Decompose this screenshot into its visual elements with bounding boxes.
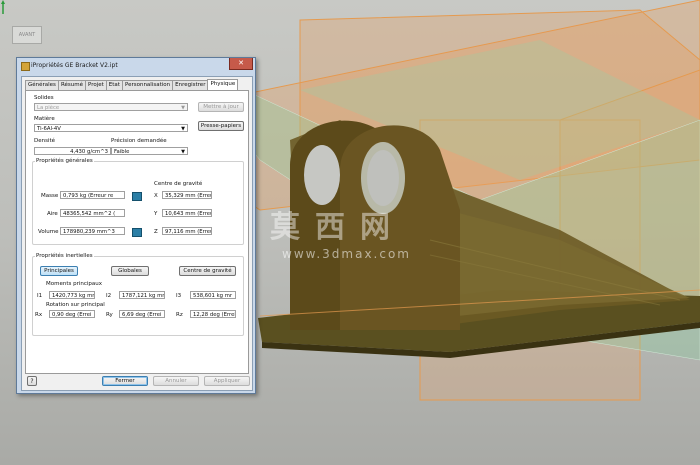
volume-value: 178980,239 mm^3 [60,227,125,235]
dialog-title: iPropriétés GE Bracket V2.ipt [31,62,118,69]
update-button[interactable]: Mettre à jour [198,102,244,112]
tab-etat[interactable]: Etat [105,80,123,90]
i2-value: 1787,121 kg mr [119,291,165,299]
app-icon [21,62,30,71]
dialog-titlebar[interactable]: iPropriétés GE Bracket V2.ipt ✕ [17,58,255,74]
material-dropdown[interactable]: Ti-6Al-4V ▼ [34,124,188,132]
general-properties-title: Propriétés générales [35,158,94,164]
solids-value: La pièce [37,105,60,111]
tab-enregistrer[interactable]: Enregistrer [172,80,209,90]
axis-triad-icon [1,0,5,14]
precision-value: Faible [114,149,130,155]
tab-generales[interactable]: Générales [25,80,59,90]
copy-to-clipboard-icon[interactable] [132,228,142,237]
density-label: Densité [34,138,56,144]
i2-label: I2 [106,293,112,299]
cog-title: Centre de gravité [154,181,203,187]
i3-value: 538,601 kg mr [190,291,236,299]
ry-value: 6,69 deg (Errei [119,310,165,318]
global-button[interactable]: Globales [111,266,149,276]
rz-value: 12,28 deg (Errei [190,310,236,318]
window-close-button[interactable]: ✕ [229,58,253,70]
solids-dropdown[interactable]: La pièce ▼ [34,103,188,111]
tab-bar: Générales Résumé Projet Etat Personnalis… [25,79,239,90]
solids-label: Solides [34,95,54,101]
ry-label: Ry [106,312,113,318]
i3-label: I3 [176,293,182,299]
watermark-url: www.3dmax.com [282,247,411,261]
dialog-client-area: Générales Résumé Projet Etat Personnalis… [21,76,253,391]
tab-personnalisation[interactable]: Personnalisation [121,80,174,90]
rotation-title: Rotation sur principal [46,302,105,308]
material-label: Matière [34,116,55,122]
viewcube-front-face[interactable]: AVANT [12,26,42,44]
help-button[interactable]: ? [27,376,37,386]
principal-button[interactable]: Principales [40,266,78,276]
mass-label: Masse [41,193,59,199]
rz-label: Rz [176,312,183,318]
cog-z-value: 97,116 mm (Erreur [162,227,212,235]
cog-x-label: X [154,193,158,199]
chevron-down-icon: ▼ [181,149,185,155]
viewcube[interactable]: AVANT [8,18,42,46]
iproperties-dialog: iPropriétés GE Bracket V2.ipt ✕ Générale… [16,57,256,394]
precision-label: Précision demandée [111,138,167,144]
tab-resume[interactable]: Résumé [57,80,86,90]
apply-button[interactable]: Appliquer [204,376,250,386]
watermark-text: 莫西网 [270,210,405,245]
cog-z-label: Z [154,229,158,235]
area-label: Aire [47,211,58,217]
precision-dropdown[interactable]: Faible ▼ [111,147,188,155]
tab-physique[interactable]: Physique [207,79,239,90]
center-of-gravity-button[interactable]: Centre de gravité [179,266,236,276]
material-value: Ti-6Al-4V [37,126,61,132]
rx-label: Rx [35,312,43,318]
density-value: 4,430 g/cm^3 [34,147,111,155]
copy-to-clipboard-icon[interactable] [132,192,142,201]
volume-label: Volume [38,229,59,235]
clipboard-button[interactable]: Presse-papiers [198,121,244,131]
cog-x-value: 35,329 mm (Erreur [162,191,212,199]
tab-projet[interactable]: Projet [85,80,107,90]
i1-value: 1420,773 kg mr [49,291,95,299]
close-button[interactable]: Fermer [102,376,148,386]
moments-title: Moments principaux [46,281,103,287]
cog-y-value: 10,643 mm (Erreur [162,209,212,217]
chevron-down-icon: ▼ [181,126,185,132]
mass-value: 0,793 kg (Erreur re [60,191,125,199]
physique-tab-panel: Solides La pièce ▼ Mettre à jour Matière… [25,90,249,374]
chevron-down-icon: ▼ [181,105,185,111]
inertial-properties-title: Propriétés inertielles [35,253,94,259]
i1-label: I1 [37,293,43,299]
area-value: 48365,542 mm^2 ( [60,209,125,217]
rx-value: 0,90 deg (Errei [49,310,95,318]
cancel-button[interactable]: Annuler [153,376,199,386]
cog-y-label: Y [154,211,158,217]
